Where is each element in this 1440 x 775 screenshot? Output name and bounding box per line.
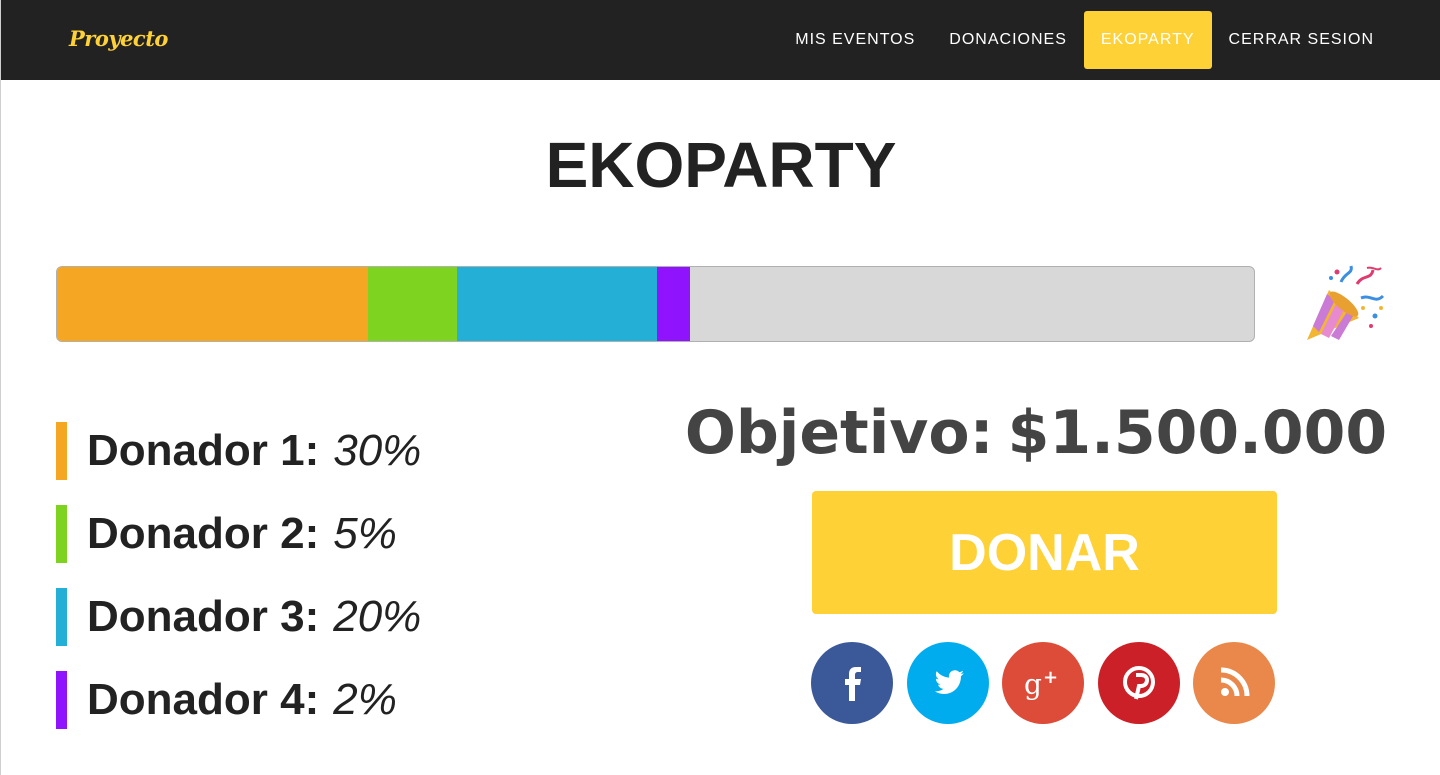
goal-value: $1.500.000 bbox=[1007, 398, 1388, 468]
donor-row: Donador 3: 20% bbox=[56, 588, 421, 646]
donor-name: Donador 2 bbox=[87, 509, 305, 558]
donor-percent: 5% bbox=[333, 509, 397, 558]
donor-name: Donador 4 bbox=[87, 675, 305, 724]
nav-menu: MIS EVENTOS DONACIONES EKOPARTY CERRAR S… bbox=[778, 11, 1391, 69]
facebook-icon bbox=[845, 667, 861, 701]
google-plus-icon: g + bbox=[1024, 667, 1058, 701]
nav-item-ekoparty[interactable]: EKOPARTY bbox=[1083, 11, 1212, 69]
google-plus-share-button[interactable]: g + bbox=[1002, 642, 1084, 724]
progress-segment-donor-2 bbox=[368, 267, 457, 341]
pinterest-icon bbox=[1122, 666, 1155, 700]
party-popper-icon bbox=[1301, 264, 1385, 344]
donate-button[interactable]: DONAR bbox=[812, 491, 1277, 614]
progress-segment-donor-1 bbox=[57, 267, 369, 341]
donor-percent: 30% bbox=[333, 426, 422, 475]
social-share-buttons: g + bbox=[811, 642, 1289, 724]
nav-item-donaciones[interactable]: DONACIONES bbox=[932, 11, 1084, 69]
facebook-share-button[interactable] bbox=[811, 642, 893, 724]
svg-text:+: + bbox=[1043, 667, 1058, 688]
progress-segment-donor-4 bbox=[656, 267, 691, 341]
donor-color-swatch bbox=[56, 422, 67, 480]
donor-percent: 20% bbox=[333, 592, 422, 641]
donation-progress-bar bbox=[56, 266, 1255, 342]
donor-color-swatch bbox=[56, 588, 67, 646]
rss-icon bbox=[1220, 667, 1250, 697]
donor-color-swatch bbox=[56, 671, 67, 729]
nav-item-cerrar-sesion[interactable]: CERRAR SESION bbox=[1212, 11, 1391, 69]
donor-row: Donador 2: 5% bbox=[56, 505, 421, 563]
event-title: EKOPARTY bbox=[545, 129, 897, 201]
svg-text:g: g bbox=[1024, 668, 1042, 701]
progress-segment-donor-3 bbox=[456, 267, 657, 341]
donor-color-swatch bbox=[56, 505, 67, 563]
donor-name: Donador 3 bbox=[87, 592, 305, 641]
goal-label: Objetivo: bbox=[684, 398, 994, 468]
goal-amount: Objetivo: $1.500.000 bbox=[681, 398, 1391, 468]
pinterest-share-button[interactable] bbox=[1097, 642, 1180, 724]
nav-item-mis-eventos[interactable]: MIS EVENTOS bbox=[778, 11, 932, 69]
donor-row: Donador 4: 2% bbox=[56, 671, 421, 729]
brand-logo[interactable]: Proyecto bbox=[69, 26, 168, 51]
navbar: Proyecto MIS EVENTOS DONACIONES EKOPARTY… bbox=[1, 0, 1440, 80]
donor-list: Donador 1: 30% Donador 2: 5% Donador 3: … bbox=[56, 422, 421, 754]
donor-row: Donador 1: 30% bbox=[56, 422, 421, 480]
twitter-share-button[interactable] bbox=[906, 642, 989, 724]
donor-name: Donador 1 bbox=[87, 426, 305, 475]
twitter-icon bbox=[934, 670, 964, 694]
donor-percent: 2% bbox=[333, 675, 397, 724]
rss-share-button[interactable] bbox=[1193, 642, 1275, 724]
